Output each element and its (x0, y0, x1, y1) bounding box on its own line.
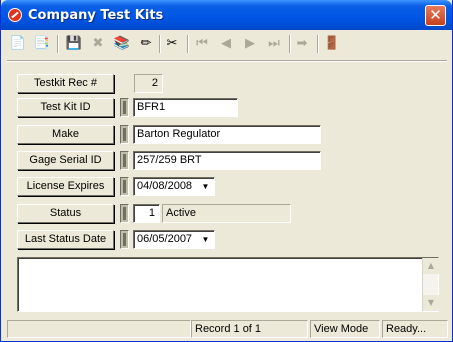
make-button[interactable]: Make (17, 125, 114, 144)
first-record-icon[interactable]: ⏮ (191, 33, 213, 55)
last-status-date-value: 06/05/2007 (137, 233, 193, 245)
make-field[interactable]: Barton Regulator (133, 125, 321, 144)
toolbar-separator (187, 35, 189, 53)
toolbar: 📄 📑 💾 ✖ 📚 ✏ ✂ ⏮ ◀ ▶ ⏭ ➡ 🚪 (7, 33, 447, 57)
copy-record-icon[interactable]: 📄 (7, 33, 29, 55)
testkit-rec-button[interactable]: Testkit Rec # (17, 74, 114, 93)
app-icon (8, 8, 22, 22)
last-record-icon[interactable]: ⏭ (263, 33, 285, 55)
delete-icon[interactable]: ✖ (87, 33, 109, 55)
goto-icon[interactable]: ➡ (291, 33, 313, 55)
ready-status: Ready... (382, 320, 448, 338)
toolbar-separator (317, 35, 319, 53)
scroll-down-icon[interactable]: ▼ (423, 295, 439, 311)
license-expires-button[interactable]: License Expires (17, 177, 114, 196)
test-kit-id-field[interactable]: BFR1 (133, 98, 238, 117)
books-icon[interactable]: 📚 (111, 33, 133, 55)
field-marker (120, 125, 129, 144)
test-kit-id-button[interactable]: Test Kit ID (17, 98, 114, 117)
license-expires-date-picker[interactable]: 04/08/2008 ▼ (133, 177, 215, 196)
status-code-field[interactable]: 1 (133, 204, 160, 223)
field-marker (120, 204, 129, 223)
notes-memo-field[interactable]: ▲ ▼ (17, 257, 439, 312)
record-count-status: Record 1 of 1 (191, 320, 308, 338)
license-expires-value: 04/08/2008 (137, 180, 193, 192)
save-icon[interactable]: 💾 (63, 33, 85, 55)
toolbar-separator (57, 35, 59, 53)
cut-icon[interactable]: ✂ (161, 33, 183, 55)
edit-pencil-icon[interactable]: ✏ (135, 33, 157, 55)
close-button[interactable]: ✕ (425, 5, 446, 26)
toolbar-divider (7, 60, 447, 62)
company-test-kits-window: Company Test Kits ✕ 📄 📑 💾 ✖ 📚 ✏ ✂ ⏮ ◀ ▶ … (0, 0, 453, 342)
last-status-date-button[interactable]: Last Status Date (17, 230, 114, 249)
exit-icon[interactable]: 🚪 (321, 33, 343, 55)
field-marker (120, 151, 129, 170)
field-marker (120, 177, 129, 196)
next-record-icon[interactable]: ▶ (239, 33, 261, 55)
mode-status: View Mode (310, 320, 380, 338)
testkit-rec-value: 2 (134, 74, 163, 93)
status-button[interactable]: Status (17, 204, 114, 223)
title-bar[interactable]: Company Test Kits ✕ (1, 0, 452, 30)
scroll-up-icon[interactable]: ▲ (423, 258, 439, 274)
status-description: Active (162, 204, 291, 223)
status-pane-empty (7, 320, 191, 338)
dropdown-arrow-icon[interactable]: ▼ (199, 180, 212, 193)
prev-record-icon[interactable]: ◀ (215, 33, 237, 55)
memo-scrollbar[interactable]: ▲ ▼ (422, 258, 439, 311)
dropdown-arrow-icon[interactable]: ▼ (199, 233, 212, 246)
gage-serial-id-field[interactable]: 257/259 BRT (133, 151, 321, 170)
field-marker (120, 98, 129, 117)
gage-serial-id-button[interactable]: Gage Serial ID (17, 151, 114, 170)
field-marker (120, 230, 129, 249)
new-record-icon[interactable]: 📑 (31, 33, 53, 55)
window-title: Company Test Kits (28, 8, 164, 23)
last-status-date-picker[interactable]: 06/05/2007 ▼ (133, 230, 215, 249)
